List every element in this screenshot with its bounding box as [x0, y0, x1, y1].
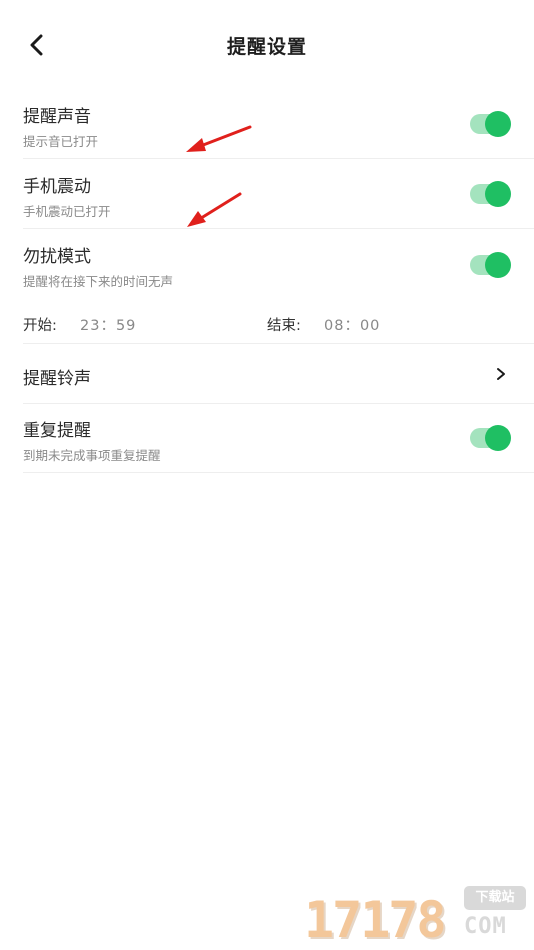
toggle-knob: [485, 111, 511, 137]
reminder-settings-screen: 提醒设置 提醒声音 提示音已打开 手机震动 手机震动已打开 勿扰模式 提醒将在接…: [0, 0, 534, 950]
dnd-time-range: 开始: 23：59 结束: 08：00: [23, 306, 534, 344]
sound-toggle[interactable]: [470, 111, 511, 137]
toggle-knob: [485, 181, 511, 207]
setting-row-ringtone[interactable]: 提醒铃声: [23, 346, 534, 404]
setting-row-dnd: 勿扰模式 提醒将在接下来的时间无声: [23, 232, 534, 302]
dnd-title: 勿扰模式: [23, 247, 91, 267]
sound-title: 提醒声音: [23, 107, 91, 127]
repeat-subtitle: 到期未完成事项重复提醒: [23, 448, 161, 463]
repeat-toggle[interactable]: [470, 425, 511, 451]
annotation-arrow-icon: [187, 192, 242, 227]
vibration-toggle[interactable]: [470, 181, 511, 207]
start-time[interactable]: 23：59: [80, 314, 136, 335]
start-label: 开始:: [23, 318, 57, 334]
vibration-title: 手机震动: [23, 177, 91, 197]
toggle-knob: [485, 252, 511, 278]
end-label: 结束:: [267, 318, 301, 334]
dnd-subtitle: 提醒将在接下来的时间无声: [23, 274, 174, 289]
end-time[interactable]: 08：00: [324, 314, 380, 335]
setting-row-sound: 提醒声音 提示音已打开: [23, 92, 534, 159]
vibration-subtitle: 手机震动已打开: [23, 204, 111, 219]
toggle-knob: [485, 425, 511, 451]
setting-row-repeat: 重复提醒 到期未完成事项重复提醒: [23, 406, 534, 473]
repeat-title: 重复提醒: [23, 421, 91, 441]
page-title: 提醒设置: [226, 36, 307, 58]
watermark-badge: 下载站: [464, 886, 526, 910]
dnd-toggle[interactable]: [470, 252, 511, 278]
watermark-digits: 17178: [304, 891, 447, 949]
annotation-arrow-icon: [186, 125, 252, 152]
sound-subtitle: 提示音已打开: [23, 134, 99, 149]
setting-row-vibration: 手机震动 手机震动已打开: [23, 162, 534, 229]
site-watermark: 17178 下载站 COM: [304, 886, 530, 948]
watermark-domain: COM: [464, 914, 507, 939]
header-bar: 提醒设置: [0, 0, 534, 88]
ringtone-title: 提醒铃声: [23, 369, 91, 389]
chevron-right-icon: [497, 368, 505, 380]
